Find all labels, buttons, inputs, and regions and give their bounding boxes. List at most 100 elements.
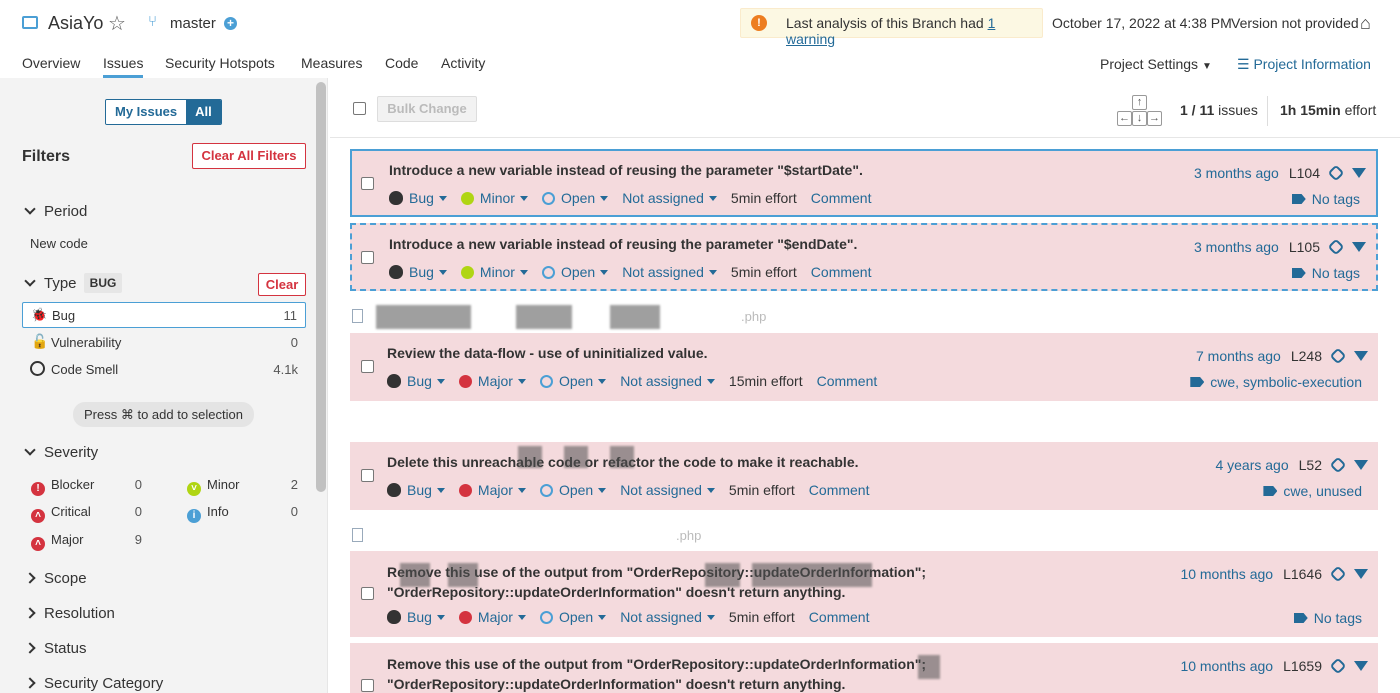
type-item-bug[interactable]: 🐞 Bug 11 <box>22 302 306 328</box>
issue-status[interactable]: Open <box>539 373 606 389</box>
issue-severity[interactable]: Minor <box>460 190 528 206</box>
permalink-icon[interactable] <box>1327 238 1345 256</box>
my-issues-button[interactable]: My Issues <box>106 100 187 124</box>
issue-checkbox[interactable] <box>361 360 374 373</box>
star-icon[interactable]: ☆ <box>108 11 126 36</box>
issue-tags[interactable]: No tags <box>1291 191 1360 207</box>
permalink-icon[interactable] <box>1329 456 1347 474</box>
issue-checkbox[interactable] <box>361 177 374 190</box>
issue-status[interactable]: Open <box>541 264 608 280</box>
period-value[interactable]: New code <box>30 236 88 251</box>
issue-comment[interactable]: Comment <box>811 264 872 280</box>
clear-type-button[interactable]: Clear <box>258 273 306 296</box>
tab-issues[interactable]: Issues <box>103 55 144 78</box>
issue-comment[interactable]: Comment <box>809 482 870 498</box>
issue-assignee[interactable]: Not assigned <box>620 482 715 498</box>
issue-age[interactable]: 3 months ago <box>1194 239 1279 255</box>
issue-type[interactable]: Bug <box>389 190 447 206</box>
file-path[interactable]: .php <box>352 528 701 543</box>
issue-severity[interactable]: Minor <box>460 264 528 280</box>
issue-age[interactable]: 10 months ago <box>1180 566 1273 582</box>
home-icon[interactable]: ⌂ <box>1360 13 1371 34</box>
severity-minor[interactable]: ˅ Minor 2 <box>187 477 302 496</box>
issue-title[interactable]: Introduce a new variable instead of reus… <box>389 162 863 178</box>
sidebar-scrollbar[interactable] <box>316 82 326 492</box>
issue-assignee[interactable]: Not assigned <box>620 609 715 625</box>
issue-checkbox[interactable] <box>361 679 374 692</box>
issue-comment[interactable]: Comment <box>809 609 870 625</box>
issue-card[interactable]: Introduce a new variable instead of reus… <box>350 149 1378 217</box>
issue-age[interactable]: 3 months ago <box>1194 165 1279 181</box>
issue-title[interactable]: Introduce a new variable instead of reus… <box>389 236 857 252</box>
issue-title[interactable]: Review the data-flow - use of uninitiali… <box>387 345 708 361</box>
type-item-vulnerability[interactable]: 🔓 Vulnerability 0 <box>22 330 306 356</box>
issue-checkbox[interactable] <box>361 587 374 600</box>
severity-major[interactable]: ˄ Major 9 <box>31 532 146 551</box>
permalink-icon[interactable] <box>1329 657 1347 675</box>
bulk-change-button[interactable]: Bulk Change <box>377 96 477 122</box>
issue-assignee[interactable]: Not assigned <box>622 264 717 280</box>
issue-card[interactable]: Remove this use of the output from "Orde… <box>350 643 1378 693</box>
issue-title-line2[interactable]: "OrderRepository::updateOrderInformation… <box>387 676 845 692</box>
filter-icon[interactable] <box>1352 242 1366 252</box>
issue-severity[interactable]: Major <box>458 482 526 498</box>
issue-assignee[interactable]: Not assigned <box>620 373 715 389</box>
project-settings-menu[interactable]: Project Settings ▼ <box>1100 56 1212 72</box>
issue-tags[interactable]: No tags <box>1291 265 1360 281</box>
facet-security-category[interactable]: Security Category <box>24 675 163 692</box>
facet-type[interactable]: Type <box>24 275 77 292</box>
clear-all-filters-button[interactable]: Clear All Filters <box>192 143 306 169</box>
facet-resolution[interactable]: Resolution <box>24 605 115 622</box>
issue-tags[interactable]: No tags <box>1293 610 1362 626</box>
issue-checkbox[interactable] <box>361 251 374 264</box>
issue-status[interactable]: Open <box>539 482 606 498</box>
issue-type[interactable]: Bug <box>389 264 447 280</box>
branch-plus-icon[interactable]: + <box>224 17 237 30</box>
issue-assignee[interactable]: Not assigned <box>622 190 717 206</box>
issue-age[interactable]: 10 months ago <box>1180 658 1273 674</box>
tab-code[interactable]: Code <box>385 55 418 71</box>
all-issues-button[interactable]: All <box>186 100 221 124</box>
issues-scope-toggle[interactable]: My Issues All <box>105 99 222 125</box>
issue-type[interactable]: Bug <box>387 482 445 498</box>
filter-icon[interactable] <box>1354 569 1368 579</box>
project-information-link[interactable]: ☰ Project Information <box>1237 56 1371 73</box>
filter-icon[interactable] <box>1354 351 1368 361</box>
issue-severity[interactable]: Major <box>458 609 526 625</box>
issue-comment[interactable]: Comment <box>817 373 878 389</box>
filter-icon[interactable] <box>1354 661 1368 671</box>
facet-status[interactable]: Status <box>24 640 87 657</box>
permalink-icon[interactable] <box>1329 347 1347 365</box>
issue-age[interactable]: 4 years ago <box>1215 457 1288 473</box>
select-all-checkbox[interactable] <box>353 102 366 115</box>
issue-checkbox[interactable] <box>361 469 374 482</box>
filter-icon[interactable] <box>1354 460 1368 470</box>
type-item-code-smell[interactable]: Code Smell 4.1k <box>22 357 306 383</box>
severity-blocker[interactable]: ! Blocker 0 <box>31 477 146 496</box>
tab-overview[interactable]: Overview <box>22 55 80 71</box>
issue-card[interactable]: Introduce a new variable instead of reus… <box>350 223 1378 291</box>
issue-type[interactable]: Bug <box>387 609 445 625</box>
issue-status[interactable]: Open <box>539 609 606 625</box>
issue-status[interactable]: Open <box>541 190 608 206</box>
branch-name[interactable]: master <box>170 15 216 32</box>
issue-age[interactable]: 7 months ago <box>1196 348 1281 364</box>
facet-scope[interactable]: Scope <box>24 570 87 587</box>
issue-tags[interactable]: cwe, symbolic-execution <box>1190 374 1362 390</box>
issue-card[interactable]: Review the data-flow - use of uninitiali… <box>350 333 1378 401</box>
tab-measures[interactable]: Measures <box>301 55 362 71</box>
permalink-icon[interactable] <box>1329 565 1347 583</box>
permalink-icon[interactable] <box>1327 164 1345 182</box>
severity-info[interactable]: i Info 0 <box>187 504 302 523</box>
severity-critical[interactable]: ˄ Critical 0 <box>31 504 146 523</box>
issue-tags[interactable]: cwe, unused <box>1263 483 1362 499</box>
tab-activity[interactable]: Activity <box>441 55 485 71</box>
issue-title[interactable]: Remove this use of the output from "Orde… <box>387 656 926 672</box>
facet-period[interactable]: Period <box>24 203 87 220</box>
issue-comment[interactable]: Comment <box>811 190 872 206</box>
filter-icon[interactable] <box>1352 168 1366 178</box>
tab-security-hotspots[interactable]: Security Hotspots <box>165 55 275 71</box>
project-title[interactable]: AsiaYo <box>48 13 103 34</box>
issue-severity[interactable]: Major <box>458 373 526 389</box>
issue-type[interactable]: Bug <box>387 373 445 389</box>
